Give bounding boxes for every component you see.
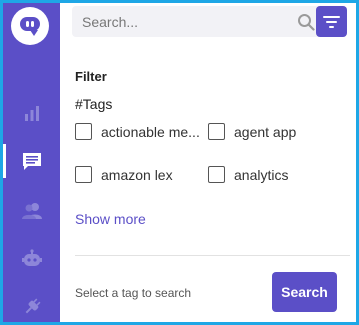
tag-checkbox[interactable] — [75, 123, 92, 140]
tags-label: #Tags — [75, 96, 113, 112]
tag-label: agent app — [234, 124, 297, 140]
bot-icon — [21, 249, 42, 266]
tag-option[interactable]: agent app — [208, 123, 338, 145]
bar-chart-icon — [24, 106, 39, 121]
show-more-link[interactable]: Show more — [75, 211, 146, 227]
sidebar-item-analytics[interactable] — [3, 96, 60, 130]
app-window: Filter #Tags actionable me... agent app … — [0, 0, 359, 325]
sidebar-item-integrations[interactable] — [3, 290, 60, 322]
integrations-plug-icon — [25, 298, 40, 314]
chat-bubble-logo-icon[interactable] — [11, 7, 49, 45]
search-input[interactable] — [72, 6, 287, 37]
tag-label: actionable me... — [101, 124, 200, 140]
sidebar-item-bots[interactable] — [3, 243, 60, 277]
divider — [75, 255, 350, 256]
sidebar-item-conversations[interactable] — [3, 144, 60, 178]
tag-label: amazon lex — [101, 167, 173, 183]
tag-label: analytics — [234, 167, 289, 183]
search-button[interactable]: Search — [272, 272, 337, 312]
tag-option[interactable]: analytics — [208, 166, 338, 188]
tag-checkbox[interactable] — [75, 166, 92, 183]
tag-checkbox[interactable] — [208, 166, 225, 183]
sidebar — [3, 3, 60, 322]
filter-title: Filter — [75, 69, 107, 84]
search-box — [72, 6, 347, 37]
tag-option[interactable]: amazon lex — [75, 166, 205, 188]
filter-toggle-button[interactable] — [316, 6, 347, 37]
sidebar-item-users[interactable] — [3, 194, 60, 228]
search-hint: Select a tag to search — [75, 286, 192, 300]
search-icon[interactable] — [297, 13, 315, 31]
chat-list-icon — [22, 153, 41, 170]
users-icon — [21, 203, 42, 219]
tag-option[interactable]: actionable me... — [75, 123, 205, 145]
tag-checkbox[interactable] — [208, 123, 225, 140]
